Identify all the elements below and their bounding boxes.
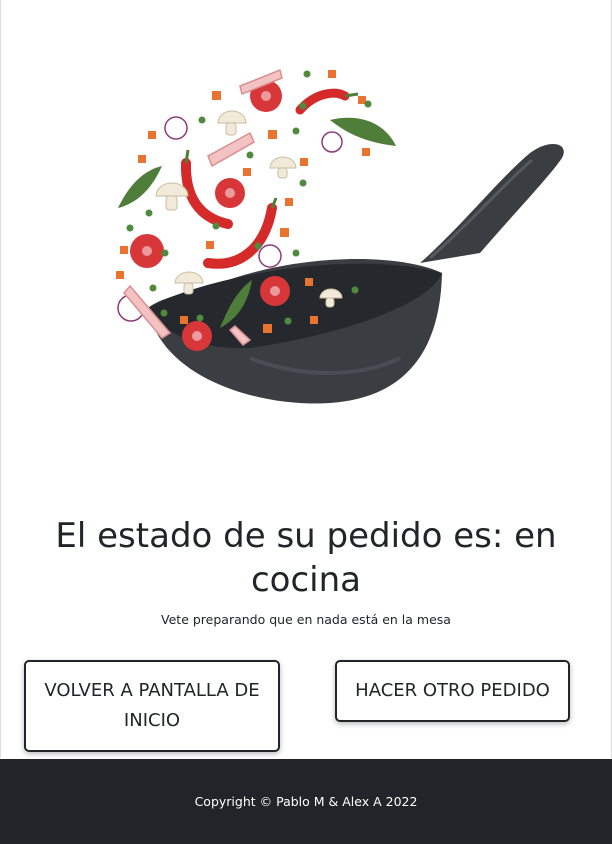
order-status-title: El estado de su pedido es: en cocina xyxy=(55,516,557,600)
new-order-button[interactable]: HACER OTRO PEDIDO xyxy=(335,660,570,722)
footer: Copyright © Pablo M & Alex A 2022 xyxy=(0,759,612,844)
wok-illustration xyxy=(100,58,580,418)
order-status-subtitle: Vete preparando que en nada está en la m… xyxy=(161,612,451,627)
copyright-text: Copyright © Pablo M & Alex A 2022 xyxy=(194,794,418,809)
back-to-home-button[interactable]: VOLVER A PANTALLA DE INICIO xyxy=(24,660,280,752)
